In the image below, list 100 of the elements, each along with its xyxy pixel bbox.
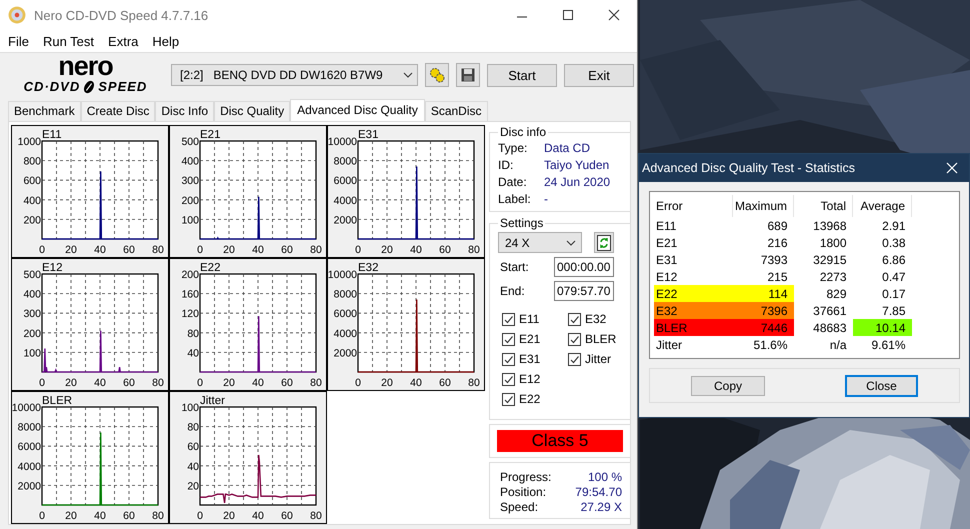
checkmark-icon xyxy=(503,354,514,364)
dialog-button[interactable]: Close xyxy=(845,374,918,396)
checkbox[interactable]: E22 xyxy=(502,389,568,409)
axis-tick-label: 80 xyxy=(152,377,164,389)
checkmark-icon xyxy=(503,374,514,384)
tab[interactable]: Create Disc xyxy=(80,101,156,121)
checkbox[interactable]: BLER xyxy=(568,329,628,349)
quality-class-label: Class 5 xyxy=(497,430,623,452)
table-cell: 37661 xyxy=(794,302,853,319)
caret-icon xyxy=(566,240,576,246)
info-label: Type: xyxy=(498,140,528,154)
menu-item[interactable]: File xyxy=(1,34,36,48)
time-field[interactable]: 000:00.00 xyxy=(554,257,614,277)
table-cell-text: E21 xyxy=(655,234,678,251)
tab[interactable]: Benchmark xyxy=(8,101,81,121)
table-cell: Jitter xyxy=(654,336,732,353)
refresh-button[interactable] xyxy=(594,232,614,253)
axis-tick-label: 20 xyxy=(65,510,77,522)
dialog-button[interactable]: Copy xyxy=(691,376,765,396)
axis-tick-label: 80 xyxy=(152,244,164,256)
checkmark-icon xyxy=(569,334,580,344)
axis-tick-label: 80 xyxy=(310,377,322,389)
axis-tick-label: 2000 xyxy=(18,480,41,492)
axis-tick-label: 0 xyxy=(39,244,45,256)
tab[interactable]: Disc Quality xyxy=(214,101,290,121)
axis-tick-label: 400 xyxy=(23,288,41,301)
disc-icon xyxy=(82,80,96,94)
axis-tick-label: 20 xyxy=(381,377,393,389)
chart-title: E31 xyxy=(358,129,378,141)
table-cell: 2273 xyxy=(794,268,853,285)
table-cell: 2.91 xyxy=(852,217,912,234)
refresh-icon xyxy=(597,234,611,250)
progress-label: Position: xyxy=(500,484,546,498)
axis-tick-label: 40 xyxy=(187,460,199,473)
time-field[interactable]: 079:57.70 xyxy=(554,281,614,301)
axis-tick-label: 8000 xyxy=(334,288,357,301)
column-header: Total xyxy=(794,195,853,217)
checkbox[interactable]: Jitter xyxy=(568,349,628,369)
axis-tick-label: 80 xyxy=(310,510,322,522)
axis-tick-label: 100 xyxy=(181,214,199,226)
table-cell-text: 0.38 xyxy=(881,234,907,251)
axis-tick-label: 8000 xyxy=(18,422,41,434)
table-cell: BLER xyxy=(654,319,732,336)
close-icon[interactable] xyxy=(608,9,620,21)
axis-tick-label: 40 xyxy=(252,510,264,522)
table-cell-text: 0.17 xyxy=(881,286,907,302)
logo-wordmark: nero xyxy=(58,52,113,80)
checkbox[interactable]: E11 xyxy=(502,309,568,329)
menu-item[interactable]: Extra xyxy=(101,34,146,48)
tab[interactable]: ScanDisc xyxy=(424,101,488,121)
toolbar-button[interactable]: Exit xyxy=(564,64,634,86)
speed-dropdown[interactable]: 24 X xyxy=(498,232,582,253)
axis-tick-label: 60 xyxy=(281,377,293,389)
checkbox[interactable]: E31 xyxy=(502,349,568,369)
axis-tick-label: 600 xyxy=(23,175,41,188)
checkmark-icon xyxy=(569,314,580,324)
field-label: End: xyxy=(499,284,526,298)
toolbar-button[interactable]: Start xyxy=(487,64,557,86)
axis-tick-label: 60 xyxy=(439,377,451,389)
menu-item[interactable]: Run Test xyxy=(36,34,102,48)
axis-tick-label: 80 xyxy=(310,244,322,256)
axis-tick-label: 40 xyxy=(410,377,422,389)
maximize-icon[interactable] xyxy=(562,9,574,21)
axis-tick-label: 80 xyxy=(468,244,480,256)
tab[interactable]: Disc Info xyxy=(155,101,214,121)
table-cell: E11 xyxy=(654,217,732,234)
axis-tick-label: 80 xyxy=(187,328,199,340)
axis-tick-label: 60 xyxy=(123,244,135,256)
axis-tick-label: 400 xyxy=(23,194,41,207)
window-title: Nero CD-DVD Speed 4.7.7.16 xyxy=(34,8,210,22)
checkmark-icon xyxy=(503,394,514,404)
axis-tick-label: 10000 xyxy=(328,269,357,281)
axis-tick-label: 500 xyxy=(181,136,199,148)
axis-tick-label: 160 xyxy=(181,288,199,301)
drive-dropdown[interactable]: [2:2] BENQ DVD DD DW1620 B7W9 xyxy=(171,64,418,86)
table-cell: 9.61% xyxy=(852,336,912,353)
axis-tick-label: 6000 xyxy=(334,175,357,188)
chart-title: E22 xyxy=(200,262,220,274)
table-cell-text: E31 xyxy=(655,252,678,268)
column-header: Error xyxy=(654,195,732,217)
save-icon[interactable] xyxy=(460,67,476,83)
table-cell: 10.14 xyxy=(852,319,912,336)
axis-tick-label: 0 xyxy=(39,510,45,522)
checkbox[interactable]: E12 xyxy=(502,369,568,389)
axis-tick-label: 200 xyxy=(181,194,199,207)
table-cell: 7396 xyxy=(732,302,794,319)
axis-tick-label: 400 xyxy=(181,156,199,168)
checkbox[interactable]: E21 xyxy=(502,329,568,349)
progress-value: 100 % xyxy=(588,470,622,484)
info-value: Data CD xyxy=(544,140,590,154)
checkbox[interactable]: E32 xyxy=(568,309,628,329)
tab[interactable]: Advanced Disc Quality xyxy=(290,99,425,121)
table-cell: 48683 xyxy=(794,319,853,336)
axis-tick-label: 800 xyxy=(23,156,41,168)
progress-label: Progress: xyxy=(500,470,552,484)
axis-tick-label: 4000 xyxy=(334,328,357,340)
axis-tick-label: 60 xyxy=(123,377,135,389)
menu-item[interactable]: Help xyxy=(145,34,186,48)
axis-tick-label: 0 xyxy=(197,377,203,389)
checkmark-icon xyxy=(503,334,514,344)
